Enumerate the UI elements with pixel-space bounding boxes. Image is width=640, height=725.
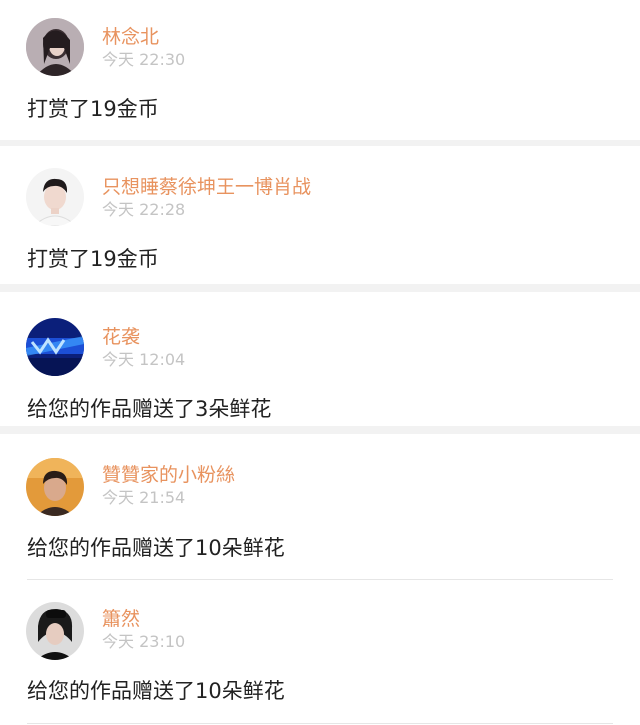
notification-message: 打赏了19金币 — [27, 247, 159, 271]
notification-feed: 林念北 今天 22:30 打赏了19金币 只想睡蔡徐坤王一博肖战 今天 22:2… — [0, 0, 640, 725]
boy-portrait-avatar[interactable] — [26, 168, 84, 226]
notification-item[interactable]: 林念北 今天 22:30 打赏了19金币 — [0, 0, 640, 140]
section-separator — [0, 426, 640, 434]
timestamp: 今天 23:10 — [102, 632, 186, 651]
notification-item[interactable]: 簫然 今天 23:10 给您的作品赠送了10朵鲜花 — [0, 580, 640, 725]
girl-portrait-avatar[interactable] — [26, 18, 84, 76]
notification-item[interactable]: 贊贊家的小粉絲 今天 21:54 给您的作品赠送了10朵鲜花 — [0, 434, 640, 580]
username[interactable]: 簫然 — [102, 608, 140, 630]
username[interactable]: 花袭 — [102, 326, 140, 348]
username[interactable]: 只想睡蔡徐坤王一博肖战 — [102, 176, 311, 198]
username[interactable]: 林念北 — [102, 26, 159, 48]
timestamp: 今天 12:04 — [102, 350, 186, 369]
notification-item[interactable]: 花袭 今天 12:04 给您的作品赠送了3朵鲜花 — [0, 292, 640, 426]
timestamp: 今天 21:54 — [102, 488, 186, 507]
username[interactable]: 贊贊家的小粉絲 — [102, 464, 235, 486]
dark-portrait-avatar[interactable] — [26, 602, 84, 660]
item-divider — [27, 723, 613, 724]
orange-portrait-avatar[interactable] — [26, 458, 84, 516]
notification-message: 给您的作品赠送了10朵鲜花 — [27, 679, 285, 703]
notification-item[interactable]: 只想睡蔡徐坤王一博肖战 今天 22:28 打赏了19金币 — [0, 146, 640, 284]
timestamp: 今天 22:30 — [102, 50, 186, 69]
blue-stage-avatar[interactable] — [26, 318, 84, 376]
notification-message: 给您的作品赠送了3朵鲜花 — [27, 397, 272, 421]
notification-message: 给您的作品赠送了10朵鲜花 — [27, 536, 285, 560]
timestamp: 今天 22:28 — [102, 200, 186, 219]
section-separator — [0, 284, 640, 292]
notification-message: 打赏了19金币 — [27, 97, 159, 121]
